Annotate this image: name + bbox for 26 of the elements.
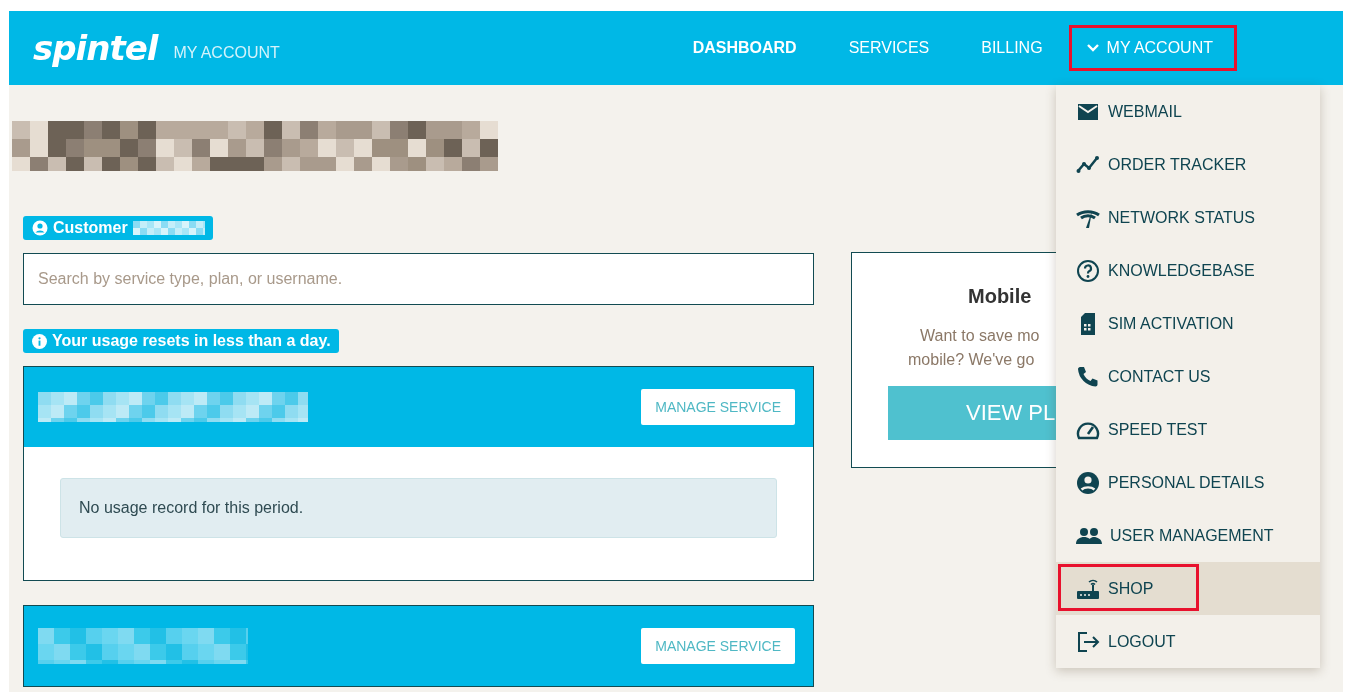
menu-item[interactable]: PERSONAL DETAILS bbox=[1056, 456, 1320, 509]
logout-icon bbox=[1076, 629, 1100, 654]
customer-label: Customer bbox=[53, 219, 128, 237]
promo-title: Mobile bbox=[968, 285, 1033, 308]
menu-item[interactable]: SHOP bbox=[1056, 562, 1320, 615]
menu-item[interactable]: SIM ACTIVATION bbox=[1056, 297, 1320, 350]
user-icon bbox=[32, 220, 48, 236]
chevron-down-icon bbox=[1086, 44, 1099, 52]
promo-text: mobile? We've go bbox=[908, 350, 1036, 370]
no-usage-message: No usage record for this period. bbox=[60, 478, 777, 538]
usage-notice: Your usage resets in less than a day. bbox=[52, 332, 331, 350]
menu-item[interactable]: KNOWLEDGEBASE bbox=[1056, 244, 1320, 297]
menu-item[interactable]: CONTACT US bbox=[1056, 350, 1320, 403]
promo-text: Want to save mo bbox=[920, 326, 1041, 346]
phone-icon bbox=[1076, 364, 1100, 389]
menu-item[interactable]: LOGOUT bbox=[1056, 615, 1320, 668]
menu-item[interactable]: NETWORK STATUS bbox=[1056, 191, 1320, 244]
info-icon bbox=[32, 333, 47, 349]
menu-item[interactable]: WEBMAIL bbox=[1056, 85, 1320, 138]
header-subtitle: MY ACCOUNT bbox=[173, 44, 280, 62]
user-icon bbox=[1076, 470, 1100, 495]
menu-item[interactable]: USER MANAGEMENT bbox=[1056, 509, 1320, 562]
search-field[interactable]: Search by service type, plan, or username. bbox=[23, 253, 814, 305]
help-icon bbox=[1076, 258, 1100, 283]
menu-item[interactable]: ORDER TRACKER bbox=[1056, 138, 1320, 191]
menu-item[interactable]: SPEED TEST bbox=[1056, 403, 1320, 456]
